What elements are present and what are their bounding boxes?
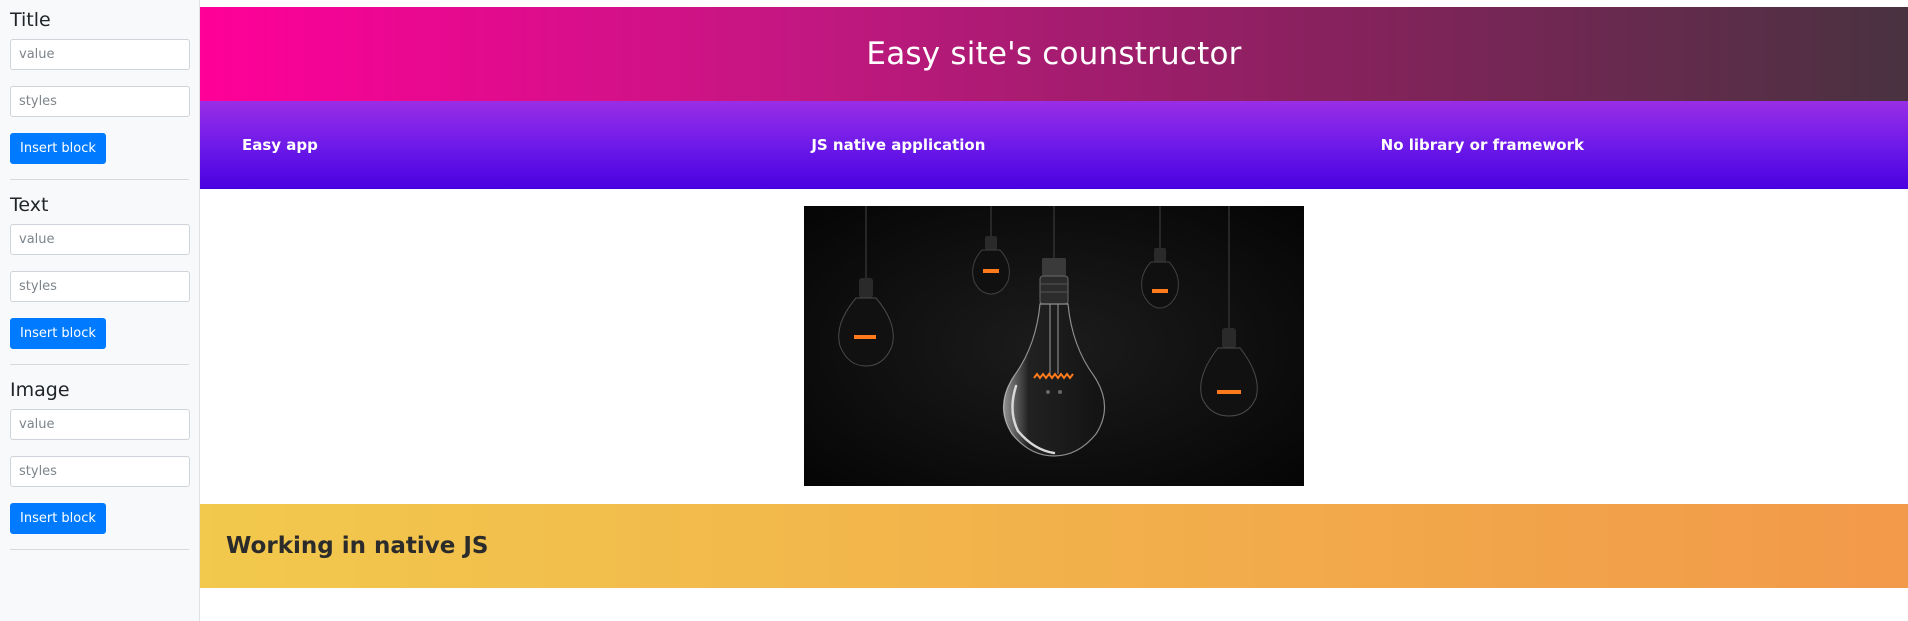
title-value-input[interactable]	[10, 39, 190, 70]
image-panel: Image Insert block	[10, 378, 190, 550]
columns-block: Easy app JS native application No librar…	[200, 101, 1908, 189]
text-styles-input[interactable]	[10, 271, 190, 302]
app-root: Title Insert block Text Insert block Ima…	[0, 0, 1908, 621]
site-preview: Easy site's counstructor Easy app JS nat…	[200, 0, 1908, 621]
column-item: No library or framework	[1380, 136, 1584, 154]
title-styles-input[interactable]	[10, 86, 190, 117]
hanging-light-bulbs-image	[804, 206, 1304, 486]
sidebar: Title Insert block Text Insert block Ima…	[0, 0, 200, 621]
site-title: Easy site's counstructor	[866, 36, 1242, 72]
column-item: Easy app	[242, 136, 318, 154]
text-value-input[interactable]	[10, 224, 190, 255]
column-item: JS native application	[811, 136, 986, 154]
image-block	[200, 189, 1908, 504]
insert-title-block-button[interactable]: Insert block	[10, 133, 106, 164]
insert-text-block-button[interactable]: Insert block	[10, 318, 106, 349]
panel-title: Image	[10, 379, 70, 401]
text-panel: Text Insert block	[10, 193, 190, 365]
title-panel: Title Insert block	[10, 8, 190, 180]
text-heading: Working in native JS	[226, 533, 489, 559]
insert-image-block-button[interactable]: Insert block	[10, 503, 106, 534]
text-block: Working in native JS	[200, 504, 1908, 588]
panel-title: Title	[10, 9, 51, 31]
image-value-input[interactable]	[10, 409, 190, 440]
image-styles-input[interactable]	[10, 456, 190, 487]
title-block: Easy site's counstructor	[200, 7, 1908, 101]
panel-title: Text	[10, 194, 49, 216]
